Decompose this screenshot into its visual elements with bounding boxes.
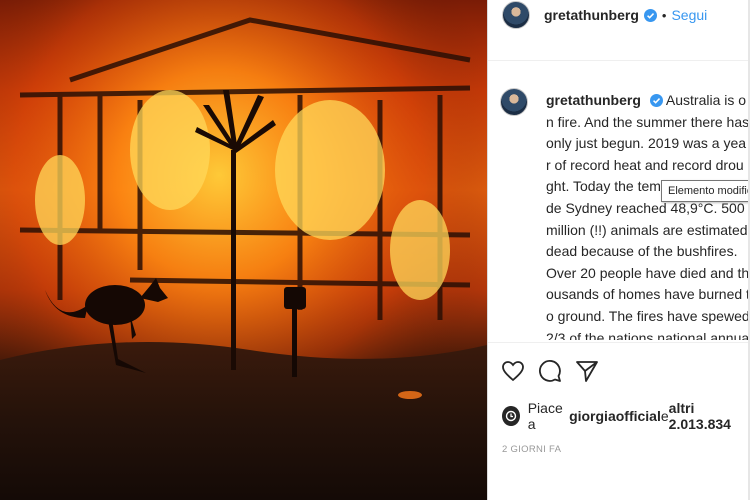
header-divider: [488, 60, 750, 61]
verified-badge-icon: [643, 8, 657, 22]
comment-button[interactable]: [537, 357, 562, 385]
caption-avatar[interactable]: [500, 88, 528, 116]
likes-middle: e: [660, 408, 669, 424]
verified-badge-icon: [649, 94, 663, 107]
share-button[interactable]: [574, 357, 599, 385]
likes-count[interactable]: altri 2.013.834: [669, 400, 750, 432]
paper-plane-icon: [575, 361, 598, 382]
caption-text-block: gretathunberg Australia is on fire. And …: [546, 90, 750, 340]
bushfire-photo: [0, 0, 487, 500]
post-photo[interactable]: [0, 0, 487, 500]
avatar[interactable]: [502, 1, 530, 29]
post-header: gretathunberg • Segui: [488, 0, 750, 30]
comment-icon: [538, 360, 561, 382]
caption-section: gretathunberg Australia is on fire. And …: [500, 88, 750, 340]
post-timestamp[interactable]: 2 GIORNI FA: [502, 444, 561, 455]
likes-prefix: Piace a: [527, 400, 563, 432]
like-button[interactable]: [500, 357, 525, 385]
follow-button[interactable]: Segui: [671, 7, 707, 23]
likes-summary: Piace a giorgiaofficial e altri 2.013.83…: [502, 400, 750, 432]
caption-username[interactable]: gretathunberg: [546, 92, 641, 108]
edited-tooltip: Elemento modificato: [661, 180, 750, 202]
liker-avatar[interactable]: [502, 406, 520, 426]
header-username[interactable]: gretathunberg: [544, 7, 639, 23]
liker-logo-icon: [505, 410, 517, 422]
heart-icon: [501, 361, 524, 382]
action-bar: [500, 357, 599, 389]
actions-divider: [488, 342, 750, 343]
header-separator: •: [661, 7, 667, 23]
liker-username[interactable]: giorgiaofficial: [569, 408, 661, 424]
caption-body: Australia is on fire. And the summer the…: [546, 92, 750, 340]
panel-divider: [487, 0, 488, 500]
